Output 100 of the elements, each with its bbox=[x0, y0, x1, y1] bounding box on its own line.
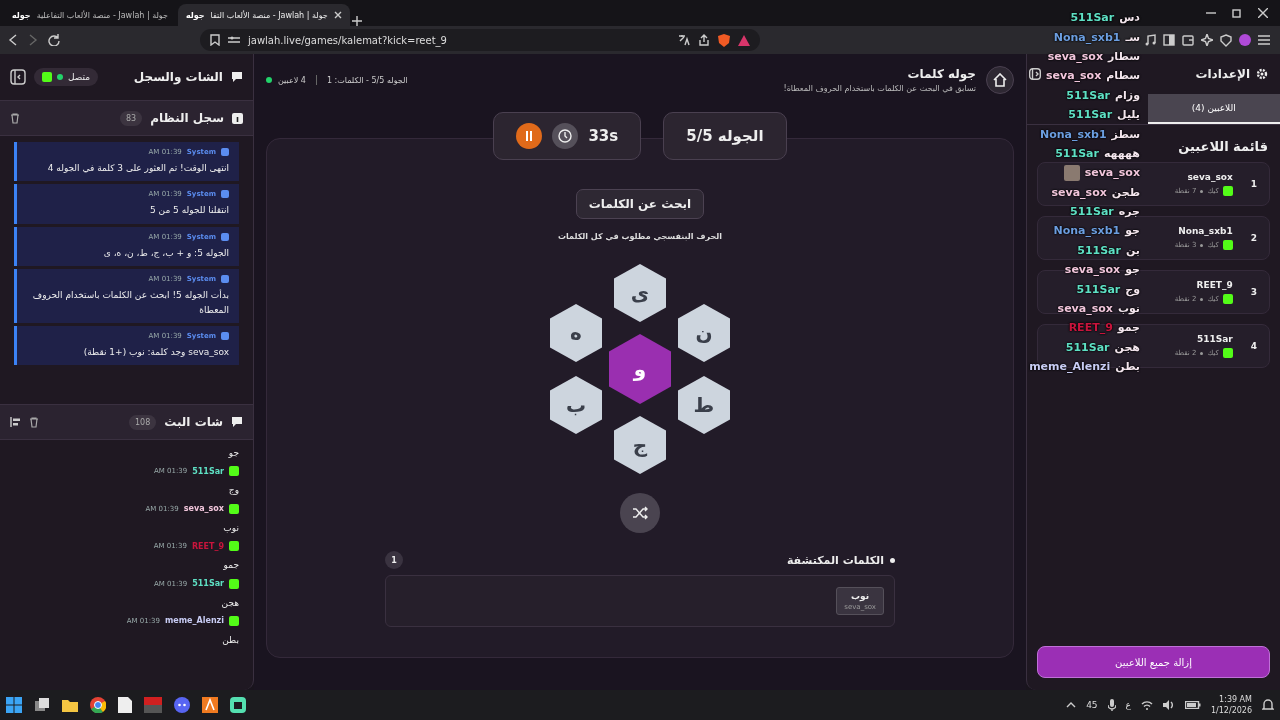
home-icon bbox=[993, 73, 1007, 87]
platform-icon bbox=[1222, 186, 1233, 196]
overlay-message: سطار bbox=[1108, 49, 1140, 63]
shield-icon[interactable] bbox=[718, 33, 730, 47]
align-icon[interactable] bbox=[10, 417, 21, 427]
letter-tile[interactable]: ب bbox=[550, 376, 602, 434]
reload-icon[interactable] bbox=[48, 34, 60, 46]
overlay-message: جره bbox=[1118, 205, 1140, 219]
message-text: الجوله 5: و + ب، ج، ط، ن، ه، ى bbox=[102, 246, 229, 260]
app-icon[interactable] bbox=[230, 697, 246, 713]
timer-value: 33s bbox=[588, 127, 619, 145]
collapse-panel-icon[interactable] bbox=[10, 69, 26, 85]
list-title: قائمة اللاعبين bbox=[1178, 139, 1268, 154]
platform-icon bbox=[1222, 348, 1233, 358]
letter-tile[interactable]: ه bbox=[550, 304, 602, 362]
overlay-username: Nona_sxb1 bbox=[1039, 127, 1107, 141]
overlay-username: 511Sar bbox=[1077, 243, 1121, 257]
browser-icon[interactable] bbox=[90, 697, 106, 713]
count-badge: 108 bbox=[128, 414, 157, 430]
task-view-icon[interactable] bbox=[34, 697, 50, 713]
menu-icon[interactable] bbox=[1258, 33, 1270, 46]
music-icon[interactable] bbox=[1144, 33, 1156, 46]
triangle-icon[interactable] bbox=[738, 34, 750, 46]
remove-all-button[interactable]: إزالة جميع اللاعبين bbox=[1037, 646, 1270, 678]
document-icon[interactable] bbox=[118, 697, 132, 713]
tab[interactable]: اللاعبين (4) bbox=[1147, 94, 1280, 124]
overlay-username: seva_sox bbox=[1047, 49, 1103, 63]
overlay-message: جمو bbox=[1117, 321, 1140, 335]
address-bar[interactable]: jawlah.live/games/kalemat?kick=reet_9 bbox=[200, 29, 760, 51]
site-settings-icon[interactable] bbox=[228, 35, 240, 45]
clock-date[interactable]: 1/12/2026 bbox=[1210, 705, 1252, 717]
connection-status: متصل bbox=[34, 68, 99, 86]
trash-icon[interactable] bbox=[29, 416, 39, 428]
overlay-username: 511Sar bbox=[1070, 205, 1114, 219]
start-icon[interactable] bbox=[6, 697, 22, 713]
browser-tab[interactable]: جوله جولة | Jawlah - منصة الألعاب التفاعلية bbox=[4, 4, 176, 26]
browser-tab[interactable]: جوله جولة | Jawlah - منصة الألعاب التفا bbox=[177, 4, 350, 26]
overlay-message: هجن bbox=[1114, 340, 1140, 354]
message-text: بدأت الجوله 5! ابحث عن الكلمات باستخدام الحروف المعطاة bbox=[31, 288, 229, 317]
player-name: REET_9 bbox=[1195, 280, 1233, 290]
tray-badge[interactable]: 45 bbox=[1086, 700, 1098, 710]
separator-dot bbox=[1200, 297, 1204, 301]
letter-tile[interactable]: ن bbox=[678, 304, 730, 362]
overlay-username: Nona_sxb1 bbox=[1053, 224, 1121, 238]
profile-icon[interactable] bbox=[1239, 33, 1251, 46]
section-title: شات البث bbox=[164, 415, 223, 429]
trash-icon[interactable] bbox=[10, 112, 20, 124]
share-icon[interactable] bbox=[698, 34, 710, 46]
bullet-icon bbox=[890, 557, 895, 563]
overlay-username: seva_sox bbox=[1051, 185, 1107, 199]
letter-tile[interactable]: و bbox=[609, 334, 671, 404]
language-indicator[interactable]: ع bbox=[1125, 700, 1131, 710]
translate-icon[interactable] bbox=[678, 34, 690, 46]
shuffle-button[interactable] bbox=[620, 493, 660, 533]
speaker-icon[interactable] bbox=[1162, 700, 1175, 710]
forward-icon[interactable] bbox=[28, 34, 38, 46]
restore-icon[interactable] bbox=[1232, 8, 1242, 18]
round-label: الجوله 5/5 bbox=[686, 127, 764, 145]
battery-icon[interactable] bbox=[1184, 701, 1201, 709]
notification-icon[interactable] bbox=[1262, 699, 1274, 711]
bookmark-icon[interactable] bbox=[210, 34, 220, 46]
letter-tile[interactable]: ط bbox=[678, 376, 730, 434]
wallet-icon[interactable] bbox=[1182, 33, 1194, 46]
favicon-logo: جوله bbox=[185, 10, 205, 20]
username: 511Sar bbox=[192, 466, 224, 476]
platform-icon bbox=[229, 615, 239, 626]
collapse-panel-icon[interactable] bbox=[1029, 68, 1041, 80]
overlay-username: seva_sox bbox=[1064, 263, 1121, 277]
overlay-message: سطز bbox=[1111, 127, 1140, 141]
letter-tile[interactable]: ج bbox=[614, 416, 666, 474]
rank-number: 1 bbox=[1250, 179, 1257, 189]
close-icon[interactable] bbox=[1258, 8, 1268, 18]
overlay-message: سـ bbox=[1125, 30, 1140, 44]
close-icon[interactable] bbox=[333, 11, 342, 19]
microphone-icon[interactable] bbox=[1107, 699, 1116, 711]
new-tab-icon[interactable] bbox=[351, 16, 362, 26]
sidebar-icon[interactable] bbox=[1163, 33, 1175, 46]
pause-button[interactable] bbox=[516, 123, 543, 149]
player-name: seva_sox bbox=[1186, 172, 1233, 182]
game-subtitle: تسابق في البحث عن الكلمات باستخدام الحروف المعطاة! bbox=[783, 84, 976, 93]
overlay-username: 511Sar bbox=[1065, 340, 1110, 354]
overlay-message: جو bbox=[1125, 224, 1140, 238]
shield-icon[interactable] bbox=[1220, 33, 1232, 47]
hint-text: الحرف البنفسجي مطلوب في كل الكلمات bbox=[558, 232, 722, 241]
overlay-username: seva_sox bbox=[1084, 166, 1140, 180]
clock-glyph-icon bbox=[558, 129, 573, 143]
back-icon[interactable] bbox=[8, 34, 18, 46]
chat-bubble-icon bbox=[231, 71, 243, 83]
clock-time[interactable]: 1:39 AM bbox=[1210, 693, 1252, 705]
home-button[interactable] bbox=[986, 66, 1014, 94]
sparkle-icon[interactable] bbox=[1201, 33, 1213, 46]
folder-icon[interactable] bbox=[62, 698, 78, 712]
letter-tile[interactable]: ى bbox=[614, 264, 666, 322]
overlay-message: يليل bbox=[1117, 108, 1140, 122]
caret-up-icon[interactable] bbox=[1066, 702, 1077, 708]
message-text: جو bbox=[227, 447, 239, 460]
platform-icon bbox=[42, 72, 52, 82]
wifi-icon[interactable] bbox=[1140, 700, 1153, 710]
platform-icon bbox=[1222, 240, 1233, 250]
chat-app-icon[interactable] bbox=[174, 697, 190, 713]
